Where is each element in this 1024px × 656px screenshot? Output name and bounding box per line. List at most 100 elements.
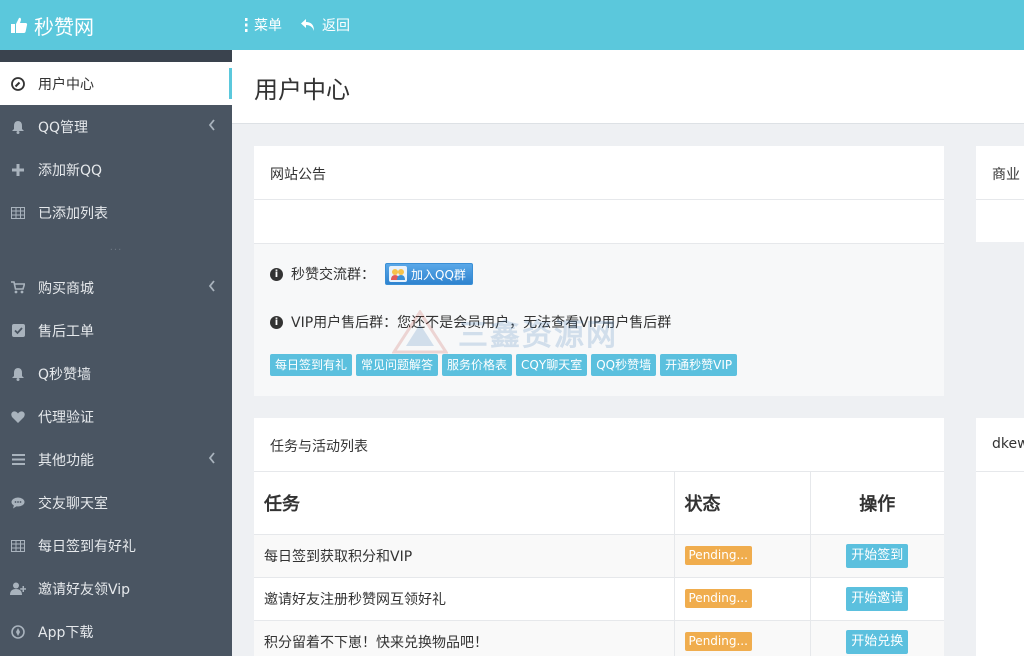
task-panel-header: 任务与活动列表 [254,418,944,472]
vertical-ellipsis-icon [245,18,248,32]
page-header: 用户中心 [232,50,1024,124]
sidebar-item-ticket[interactable]: 售后工单 [0,309,232,352]
sidebar-item-agent-verify[interactable]: 代理验证 [0,395,232,438]
top-bar: 秒赞网 菜单 返回 [0,0,1024,50]
heart-icon [10,409,26,425]
chevron-left-icon [208,119,216,135]
join-qq-group-button[interactable]: 加入QQ群 [385,263,473,285]
business-panel: 商业 [976,146,1024,242]
sidebar-item-label: 用户中心 [38,76,94,93]
notice-panel: 网站公告 i 秒赞交流群： 加入QQ群 i VIP用户售后群： 您还不是会员用户… [254,146,944,396]
sidebar-item-like-wall[interactable]: Q秒赞墙 [0,352,232,395]
task-title: 任务与活动列表 [270,439,368,455]
table-icon [10,538,26,554]
task-op-cell: 开始签到 [810,534,944,578]
sidebar-item-other[interactable]: 其他功能 [0,438,232,481]
side-panel-header: dkew [976,418,1024,472]
notice-title: 网站公告 [270,167,326,183]
sidebar-item-label: 邀请好友领Vip [38,581,131,598]
sidebar-item-chatroom[interactable]: 交友聊天室 [0,481,232,524]
vip-label: VIP用户售后群： [291,315,398,331]
tag-daily-signin[interactable]: 每日签到有礼 [270,354,353,376]
list-icon [10,452,26,468]
task-state-cell: Pending... [674,577,811,621]
chevron-left-icon [208,280,216,296]
start-invite-button[interactable]: 开始邀请 [846,586,909,611]
sidebar-item-label: 已添加列表 [38,205,108,222]
tag-chatroom[interactable]: CQY聊天室 [516,354,588,376]
sidebar-item-label: App下载 [38,624,94,641]
table-row: 积分留着不下崽！快来兑换物品吧！ Pending... 开始兑换 [254,620,944,656]
qq-group-icon [389,266,407,282]
sidebar-item-qq-manage[interactable]: QQ管理 [0,105,232,148]
sidebar: 用户中心 QQ管理 添加新QQ 已添加列表 ··· 购买商城 售后工单 Q秒赞墙… [0,50,232,656]
info-icon: i [270,315,283,329]
compass-icon [10,624,26,640]
sidebar-item-add-qq[interactable]: 添加新QQ [0,148,232,191]
task-name: 每日签到获取积分和VIP [254,534,675,578]
side-panel: dkew [976,418,1024,656]
sidebar-item-invite[interactable]: 邀请好友领Vip [0,567,232,610]
cart-icon [10,280,26,296]
header-state: 状态 [674,472,811,535]
sidebar-item-label: 购买商城 [38,280,94,297]
table-row: 邀请好友注册秒赞网互领好礼 Pending... 开始邀请 [254,577,944,621]
tag-price-list[interactable]: 服务价格表 [442,354,513,376]
sidebar-item-label: 每日签到有好礼 [38,538,136,555]
plus-icon [10,162,26,178]
side-panel-title: dkew [992,436,1024,452]
chevron-left-icon [208,452,216,468]
status-badge: Pending... [684,546,752,565]
task-name: 积分留着不下崽！快来兑换物品吧！ [254,620,675,656]
task-state-cell: Pending... [674,534,811,578]
menu-label: 菜单 [254,18,282,34]
top-nav: 菜单 返回 [244,0,368,50]
header-op: 操作 [810,472,944,535]
sidebar-top-strip [0,50,232,62]
table-row: 每日签到获取积分和VIP Pending... 开始签到 [254,534,944,578]
task-op-cell: 开始兑换 [810,620,944,656]
page-title: 用户中心 [254,76,350,104]
dashboard-icon [10,76,26,92]
sidebar-item-label: 售后工单 [38,323,94,340]
back-button[interactable]: 返回 [300,15,350,35]
tag-open-vip[interactable]: 开通秒赞VIP [660,354,738,376]
start-exchange-button[interactable]: 开始兑换 [846,629,909,654]
bell-icon [10,119,26,135]
tag-faq[interactable]: 常见问题解答 [356,354,439,376]
tag-like-wall[interactable]: QQ秒赞墙 [591,354,657,376]
info-icon: i [270,267,283,281]
sidebar-separator: ··· [109,244,123,256]
sidebar-item-added-list[interactable]: 已添加列表 [0,191,232,234]
thumbs-up-icon [11,17,28,33]
sidebar-item-label: 交友聊天室 [38,495,108,512]
menu-button[interactable]: 菜单 [244,15,282,35]
vip-info-line: i VIP用户售后群： 您还不是会员用户，无法查看VIP用户售后群 [270,308,928,336]
task-table: 任务 状态 操作 每日签到获取积分和VIP Pending... 开始签到 邀请… [254,472,944,656]
start-signin-button[interactable]: 开始签到 [846,543,909,568]
quick-links: 每日签到有礼 常见问题解答 服务价格表 CQY聊天室 QQ秒赞墙 开通秒赞VIP [270,354,928,376]
bell-icon [10,366,26,382]
business-title: 商业 [992,167,1020,183]
table-header-row: 任务 状态 操作 [254,472,944,535]
notice-body: i 秒赞交流群： 加入QQ群 i VIP用户售后群： 您还不是会员用户，无法查看… [254,244,944,396]
sidebar-item-label: Q秒赞墙 [38,366,92,383]
task-op-cell: 开始邀请 [810,577,944,621]
status-badge: Pending... [684,589,752,608]
group-label: 秒赞交流群： [291,267,375,283]
business-panel-header: 商业 [976,146,1024,200]
sidebar-item-daily-signin[interactable]: 每日签到有好礼 [0,524,232,567]
user-add-icon [10,581,26,597]
status-badge: Pending... [684,632,752,651]
sidebar-item-app-download[interactable]: App下载 [0,610,232,653]
brand[interactable]: 秒赞网 [0,0,232,50]
brand-name: 秒赞网 [34,14,94,39]
task-panel: 任务与活动列表 任务 状态 操作 每日签到获取积分和VIP Pending...… [254,418,944,656]
header-task: 任务 [254,472,675,535]
group-info-line: i 秒赞交流群： 加入QQ群 [270,260,928,288]
sidebar-item-user-center[interactable]: 用户中心 [0,62,232,105]
task-name: 邀请好友注册秒赞网互领好礼 [254,577,675,621]
sidebar-item-label: 添加新QQ [38,162,103,179]
sidebar-item-shop[interactable]: 购买商城 [0,266,232,309]
vip-text: 您还不是会员用户，无法查看VIP用户售后群 [397,315,672,331]
